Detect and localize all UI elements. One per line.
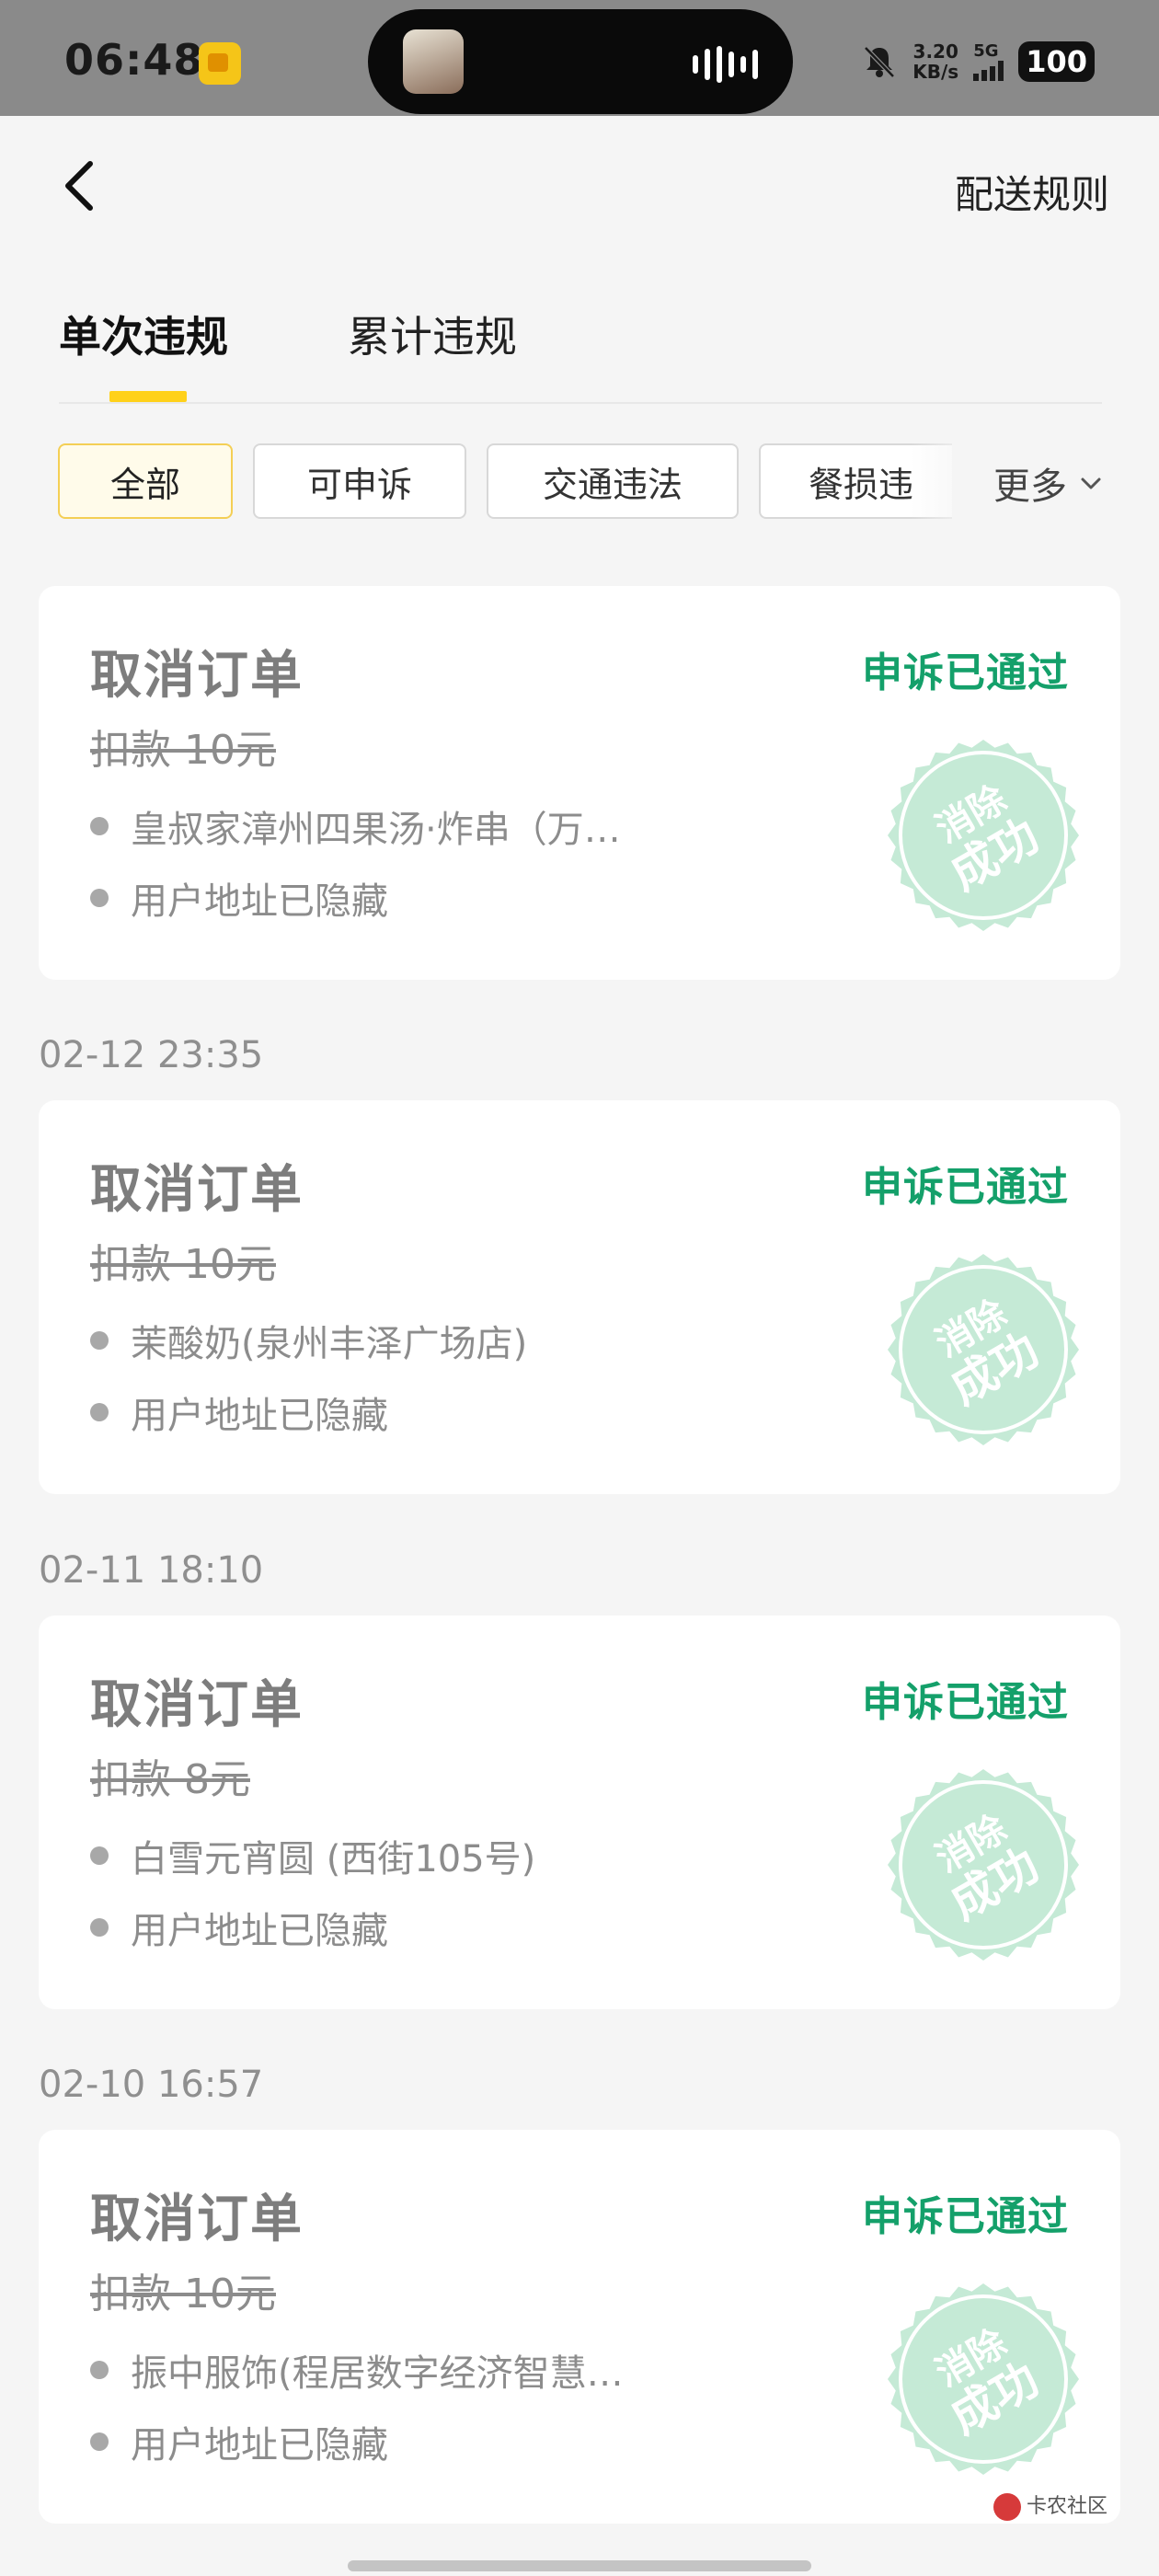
address-text: 用户地址已隐藏 [131, 1910, 388, 1952]
delivery-rules-link[interactable]: 配送规则 [955, 164, 1109, 220]
address-line: 用户地址已隐藏 [90, 871, 388, 925]
audio-wave-icon [693, 46, 758, 83]
violation-card[interactable]: 取消订单 申诉已通过 扣款 10元 皇叔家漳州四果汤·炸串（万… 用户地址已隐藏… [39, 586, 1120, 980]
bullet-icon [90, 889, 109, 907]
violation-type: 取消订单 [90, 646, 304, 706]
network-indicator: 5G [973, 42, 1004, 81]
address-text: 用户地址已隐藏 [131, 880, 388, 923]
store-line: 皇叔家漳州四果汤·炸串（万… [90, 799, 621, 853]
filter-chip-traffic[interactable]: 交通违法 [487, 443, 739, 519]
address-line: 用户地址已隐藏 [90, 1901, 388, 1954]
bullet-icon [90, 2361, 109, 2379]
bullet-icon [90, 817, 109, 835]
appeal-status: 申诉已通过 [862, 1164, 1069, 1211]
chevron-down-icon [1081, 477, 1101, 489]
bell-muted-icon [864, 46, 896, 78]
watermark-label: 卡农社区 [1027, 2495, 1108, 2518]
bullet-icon [90, 1331, 109, 1350]
tab-single-violation[interactable]: 单次违规 [59, 304, 228, 364]
active-tab-indicator [109, 391, 187, 402]
record-date: 02-12 23:35 [39, 1034, 264, 1076]
address-line: 用户地址已隐藏 [90, 2415, 388, 2468]
violation-card[interactable]: 取消订单 申诉已通过 扣款 10元 茉酸奶(泉州丰泽广场店) 用户地址已隐藏 消… [39, 1100, 1120, 1494]
filter-chip-appealable[interactable]: 可申诉 [253, 443, 466, 519]
violation-type: 取消订单 [90, 1675, 304, 1735]
violation-type: 取消订单 [90, 2190, 304, 2249]
cleared-stamp-icon: 消除 成功 [888, 1769, 1079, 1961]
network-type: 5G [973, 41, 999, 61]
violation-type: 取消订单 [90, 1160, 304, 1220]
violation-card[interactable]: 取消订单 申诉已通过 扣款 8元 白雪元宵圆 (西街105号) 用户地址已隐藏 … [39, 1616, 1120, 2009]
community-watermark: 卡农社区 [993, 2493, 1107, 2521]
appeal-status: 申诉已通过 [862, 2193, 1069, 2240]
home-indicator[interactable] [348, 2560, 811, 2571]
record-date: 02-10 16:57 [39, 2064, 264, 2106]
cleared-stamp-icon: 消除 成功 [888, 740, 1079, 931]
fine-amount: 扣款 10元 [90, 727, 276, 774]
store-line: 振中服饰(程居数字经济智慧… [90, 2343, 624, 2397]
tab-divider [59, 402, 1102, 404]
bullet-icon [90, 1846, 109, 1865]
store-line: 白雪元宵圆 (西街105号) [90, 1829, 535, 1882]
store-name: 皇叔家漳州四果汤·炸串（万… [131, 809, 621, 851]
app-notification-icon [199, 42, 241, 85]
appeal-status: 申诉已通过 [862, 650, 1069, 696]
fine-amount: 扣款 10元 [90, 1241, 276, 1288]
fine-amount: 扣款 8元 [90, 1756, 250, 1803]
more-filters-button[interactable]: 更多 [993, 456, 1102, 510]
bullet-icon [90, 2432, 109, 2451]
speed-value: 3.20 [912, 40, 958, 63]
address-text: 用户地址已隐藏 [131, 2424, 388, 2467]
bullet-icon [90, 1403, 109, 1421]
violation-tabs: 单次违规 累计违规 [59, 304, 517, 364]
status-bar: 06:48 3.20 KB/s 5G 100 [0, 0, 1159, 116]
dynamic-island[interactable] [368, 9, 793, 114]
more-label: 更多 [993, 466, 1067, 508]
battery-indicator: 100 [1018, 41, 1095, 82]
media-thumbnail [403, 29, 464, 94]
community-logo-icon [993, 2493, 1021, 2521]
status-time: 06:48 [64, 35, 204, 85]
store-line: 茉酸奶(泉州丰泽广场店) [90, 1314, 527, 1367]
fine-amount: 扣款 10元 [90, 2271, 276, 2317]
violation-card[interactable]: 取消订单 申诉已通过 扣款 10元 振中服饰(程居数字经济智慧… 用户地址已隐藏… [39, 2130, 1120, 2524]
cleared-stamp-icon: 消除 成功 [888, 1254, 1079, 1445]
tab-cumulative-violation[interactable]: 累计违规 [348, 304, 517, 364]
filter-chips: 全部 可申诉 交通违法 餐损违 [58, 443, 952, 521]
address-line: 用户地址已隐藏 [90, 1386, 388, 1439]
bullet-icon [90, 1918, 109, 1937]
chevron-left-icon[interactable] [57, 158, 103, 213]
network-speed: 3.20 KB/s [912, 41, 958, 82]
record-date: 02-11 18:10 [39, 1549, 264, 1592]
address-text: 用户地址已隐藏 [131, 1395, 388, 1437]
appeal-status: 申诉已通过 [862, 1679, 1069, 1726]
store-name: 振中服饰(程居数字经济智慧… [131, 2352, 624, 2395]
store-name: 白雪元宵圆 (西街105号) [131, 1838, 536, 1880]
status-indicators: 3.20 KB/s 5G 100 [861, 39, 1095, 85]
store-name: 茉酸奶(泉州丰泽广场店) [131, 1323, 528, 1365]
chips-fade [911, 432, 975, 534]
signal-icon [973, 61, 1004, 81]
filter-chip-all[interactable]: 全部 [58, 443, 233, 519]
cleared-stamp-icon: 消除 成功 [888, 2283, 1079, 2475]
speed-unit: KB/s [912, 61, 959, 83]
